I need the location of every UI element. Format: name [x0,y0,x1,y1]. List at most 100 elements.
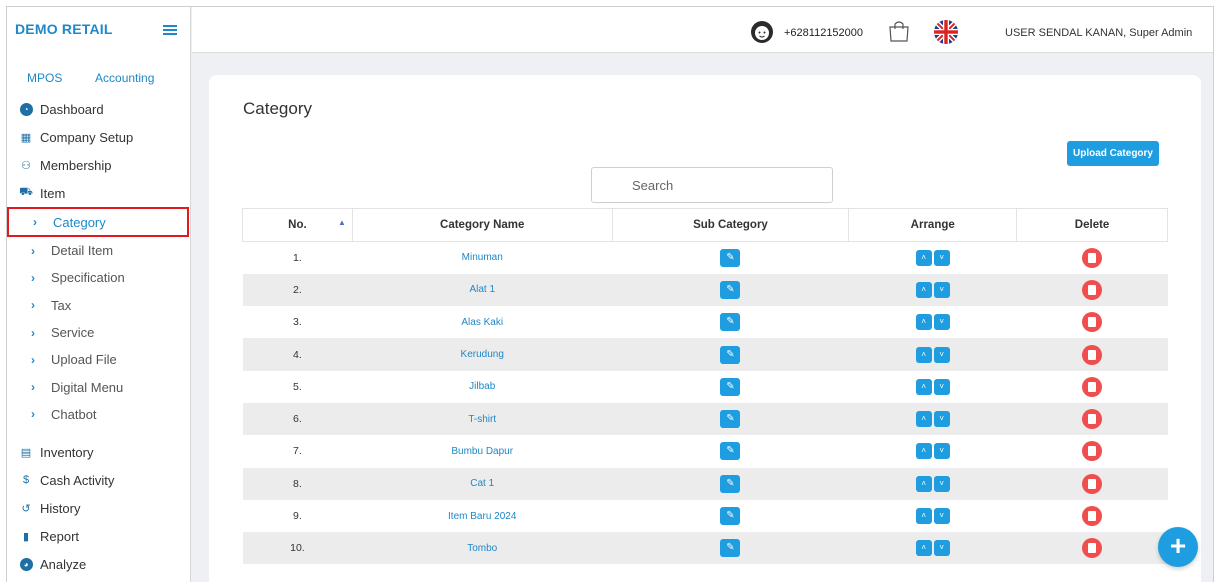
sidebar-subitem-upload-file[interactable]: › Upload File [7,346,191,373]
move-down-icon[interactable]: ˅ [933,378,950,395]
category-name-link[interactable]: Kerudung [352,338,613,371]
move-up-icon[interactable]: ˄ [915,346,932,363]
category-name-link[interactable]: T-shirt [352,402,613,436]
move-up-icon[interactable]: ˄ [915,475,932,492]
delete-cell [1016,467,1168,500]
edit-sub-category-icon[interactable]: ✎ [720,474,741,493]
sidebar-item-inventory[interactable]: ▤ Inventory [7,438,191,466]
sub-category-cell: ✎ [612,273,849,307]
upload-category-button[interactable]: Upload Category [1067,141,1159,166]
sidebar-item-item[interactable]: ⛟ Item [7,179,191,207]
category-name-link[interactable]: Cat 1 [352,467,613,500]
customer-service-icon[interactable] [750,20,774,44]
move-down-icon[interactable]: ˅ [933,540,950,557]
row-number: 9. [242,499,353,533]
edit-sub-category-icon[interactable]: ✎ [720,539,741,558]
sub-category-cell: ✎ [612,370,849,403]
search-input[interactable] [591,167,833,203]
sidebar-item-cash-activity[interactable]: $ Cash Activity [7,466,191,494]
category-table: No. ▲ Category Name Sub Category Arrange… [242,208,1168,565]
move-down-icon[interactable]: ˅ [933,508,950,525]
shopping-bag-icon[interactable] [887,19,911,43]
category-name-link[interactable]: Alas Kaki [352,306,613,339]
sidebar-subitem-detail-item[interactable]: › Detail Item [7,237,191,264]
sidebar-subitem-chatbot[interactable]: › Chatbot [7,401,191,428]
arrange-cell: ˄ ˅ [848,338,1017,371]
move-up-icon[interactable]: ˄ [915,249,932,266]
sidebar-item-company-setup[interactable]: ▦ Company Setup [7,123,191,151]
delete-icon[interactable] [1082,473,1103,494]
category-name-link[interactable]: Jilbab [352,370,613,403]
current-user[interactable]: USER SENDAL KANAN, Super Admin [1005,27,1192,39]
edit-sub-category-icon[interactable]: ✎ [720,280,741,299]
delete-icon[interactable] [1082,441,1103,462]
delete-icon[interactable] [1082,344,1103,365]
move-up-icon[interactable]: ˄ [915,508,932,525]
edit-sub-category-icon[interactable]: ✎ [720,313,741,332]
sidebar-subitem-service[interactable]: › Service [7,319,191,346]
add-fab-button[interactable]: + [1158,527,1198,567]
uk-flag-icon[interactable] [933,19,959,45]
tab-accounting[interactable]: Accounting [95,71,154,85]
move-up-icon[interactable]: ˄ [915,314,932,331]
sidebar-item-label: Cash Activity [40,472,115,488]
delete-icon[interactable] [1082,279,1103,300]
move-down-icon[interactable]: ˅ [933,443,950,460]
move-down-icon[interactable]: ˅ [933,314,950,331]
delete-icon[interactable] [1082,538,1103,559]
tab-mpos[interactable]: MPOS [27,71,62,85]
sidebar-item-analyze[interactable]: ◕ Analyze [7,550,191,578]
edit-sub-category-icon[interactable]: ✎ [720,442,741,461]
category-name-link[interactable]: Tombo [352,532,613,565]
edit-sub-category-icon[interactable]: ✎ [720,345,741,364]
building-icon: ▦ [20,131,32,144]
move-down-icon[interactable]: ˅ [933,411,950,428]
category-name-link[interactable]: Item Baru 2024 [352,499,613,533]
move-up-icon[interactable]: ˄ [915,540,932,557]
move-down-icon[interactable]: ˅ [933,281,950,298]
sidebar-item-report[interactable]: ▮ Report [7,522,191,550]
sidebar-item-label: Analyze [40,556,87,572]
move-down-icon[interactable]: ˅ [933,249,950,266]
delete-cell [1016,370,1168,403]
delete-cell [1016,273,1168,307]
move-up-icon[interactable]: ˄ [915,411,932,428]
edit-sub-category-icon[interactable]: ✎ [720,248,741,267]
sidebar-subitem-specification[interactable]: › Specification [7,264,191,291]
delete-icon[interactable] [1082,409,1103,430]
delete-icon[interactable] [1082,312,1103,333]
sidebar-subitem-label: Upload File [51,352,117,368]
move-down-icon[interactable]: ˅ [933,346,950,363]
sidebar-subitem-category[interactable]: › Category [7,207,189,237]
arrange-cell: ˄ ˅ [848,273,1017,307]
arrange-cell: ˄ ˅ [848,467,1017,500]
category-name-link[interactable]: Bumbu Dapur [352,435,613,468]
move-up-icon[interactable]: ˄ [915,281,932,298]
edit-sub-category-icon[interactable]: ✎ [720,507,741,526]
category-name-link[interactable]: Minuman [352,241,613,274]
edit-sub-category-icon[interactable]: ✎ [720,410,741,429]
edit-sub-category-icon[interactable]: ✎ [720,377,741,396]
delete-icon[interactable] [1082,506,1103,527]
delete-icon[interactable] [1082,376,1103,397]
sidebar-item-membership[interactable]: ⚇ Membership [7,151,191,179]
sidebar-subitem-label: Chatbot [51,406,97,422]
move-down-icon[interactable]: ˅ [933,475,950,492]
table-row: 7. Bumbu Dapur ✎ ˄ ˅ [242,435,1168,468]
hamburger-menu-icon[interactable] [163,25,177,35]
category-name-link[interactable]: Alat 1 [352,273,613,307]
sidebar-item-dashboard[interactable]: ◔ Dashboard [7,95,191,123]
move-up-icon[interactable]: ˄ [915,443,932,460]
sidebar-subitem-tax[interactable]: › Tax [7,292,191,319]
arrange-cell: ˄ ˅ [848,499,1017,533]
sidebar-subitem-digital-menu[interactable]: › Digital Menu [7,373,191,400]
row-number: 5. [242,370,353,403]
sidebar-item-history[interactable]: ↺ History [7,494,191,522]
chevron-right-icon: › [31,325,35,340]
sub-category-cell: ✎ [612,467,849,500]
column-header-category-name[interactable]: Category Name [351,208,613,242]
column-header-no[interactable]: No. ▲ [242,208,353,242]
delete-icon[interactable] [1082,247,1103,268]
sub-category-cell: ✎ [612,499,849,533]
move-up-icon[interactable]: ˄ [915,378,932,395]
